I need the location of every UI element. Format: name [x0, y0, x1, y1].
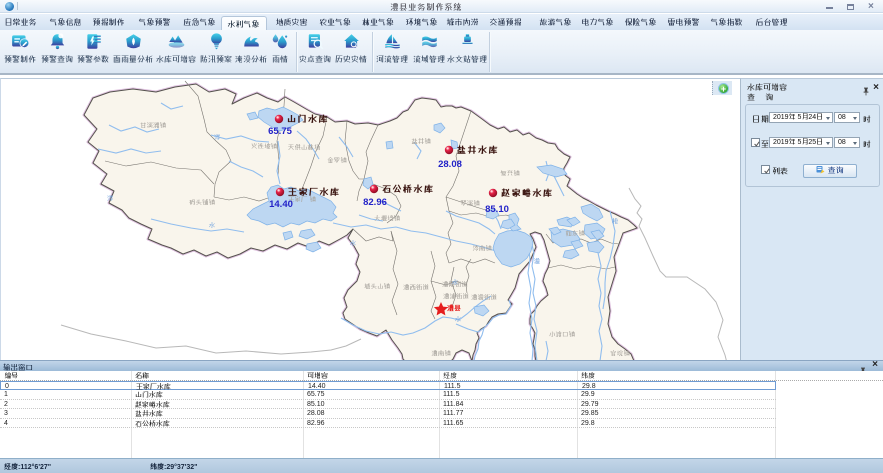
svg-text:涔: 涔 [107, 195, 114, 203]
svg-text:天供山林场: 天供山林场 [288, 144, 321, 152]
svg-text:火连坡镇: 火连坡镇 [251, 143, 278, 151]
svg-text:涔: 涔 [214, 134, 221, 142]
svg-text:石公桥水库: 石公桥水库 [382, 183, 435, 194]
svg-text:山门水库: 山门水库 [287, 113, 329, 124]
svg-text:澧浦街道: 澧浦街道 [443, 293, 470, 301]
svg-text:松: 松 [612, 219, 619, 226]
svg-text:复兴镇: 复兴镇 [500, 170, 520, 178]
svg-text:盐井镇: 盐井镇 [411, 138, 431, 146]
svg-text:澹: 澹 [534, 258, 541, 266]
svg-text:城头山镇: 城头山镇 [364, 283, 391, 291]
svg-text:小渡口镇: 小渡口镇 [549, 331, 576, 339]
svg-text:85.10: 85.10 [485, 204, 509, 215]
svg-text:甘溪滩镇: 甘溪滩镇 [140, 122, 167, 130]
svg-text:14.40: 14.40 [269, 199, 293, 210]
svg-text:大堰垱镇: 大堰垱镇 [374, 215, 401, 223]
svg-text:水: 水 [455, 317, 462, 324]
svg-text:澧澹街道: 澧澹街道 [471, 294, 498, 302]
svg-text:澧南镇: 澧南镇 [431, 350, 451, 358]
svg-text:水: 水 [350, 241, 357, 248]
svg-text:水: 水 [452, 280, 459, 287]
svg-text:码头铺镇: 码头铺镇 [189, 199, 216, 207]
svg-text:官垸镇: 官垸镇 [610, 350, 630, 358]
svg-text:澧西街道: 澧西街道 [403, 284, 430, 292]
svg-text:涔南镇: 涔南镇 [472, 245, 492, 253]
svg-text:盐井水库: 盐井水库 [457, 144, 499, 155]
svg-text:水: 水 [209, 223, 216, 230]
svg-text:如东镇: 如东镇 [565, 230, 585, 238]
svg-text:澧县: 澧县 [446, 304, 461, 313]
svg-text:赵家峪水库: 赵家峪水库 [501, 187, 554, 198]
svg-text:梦溪镇: 梦溪镇 [460, 200, 480, 208]
svg-text:金罗镇: 金罗镇 [327, 157, 347, 165]
svg-text:82.96: 82.96 [363, 197, 387, 208]
svg-text:65.75: 65.75 [268, 126, 292, 137]
svg-text:28.08: 28.08 [438, 159, 462, 170]
svg-text:王家厂水库: 王家厂水库 [287, 186, 341, 197]
